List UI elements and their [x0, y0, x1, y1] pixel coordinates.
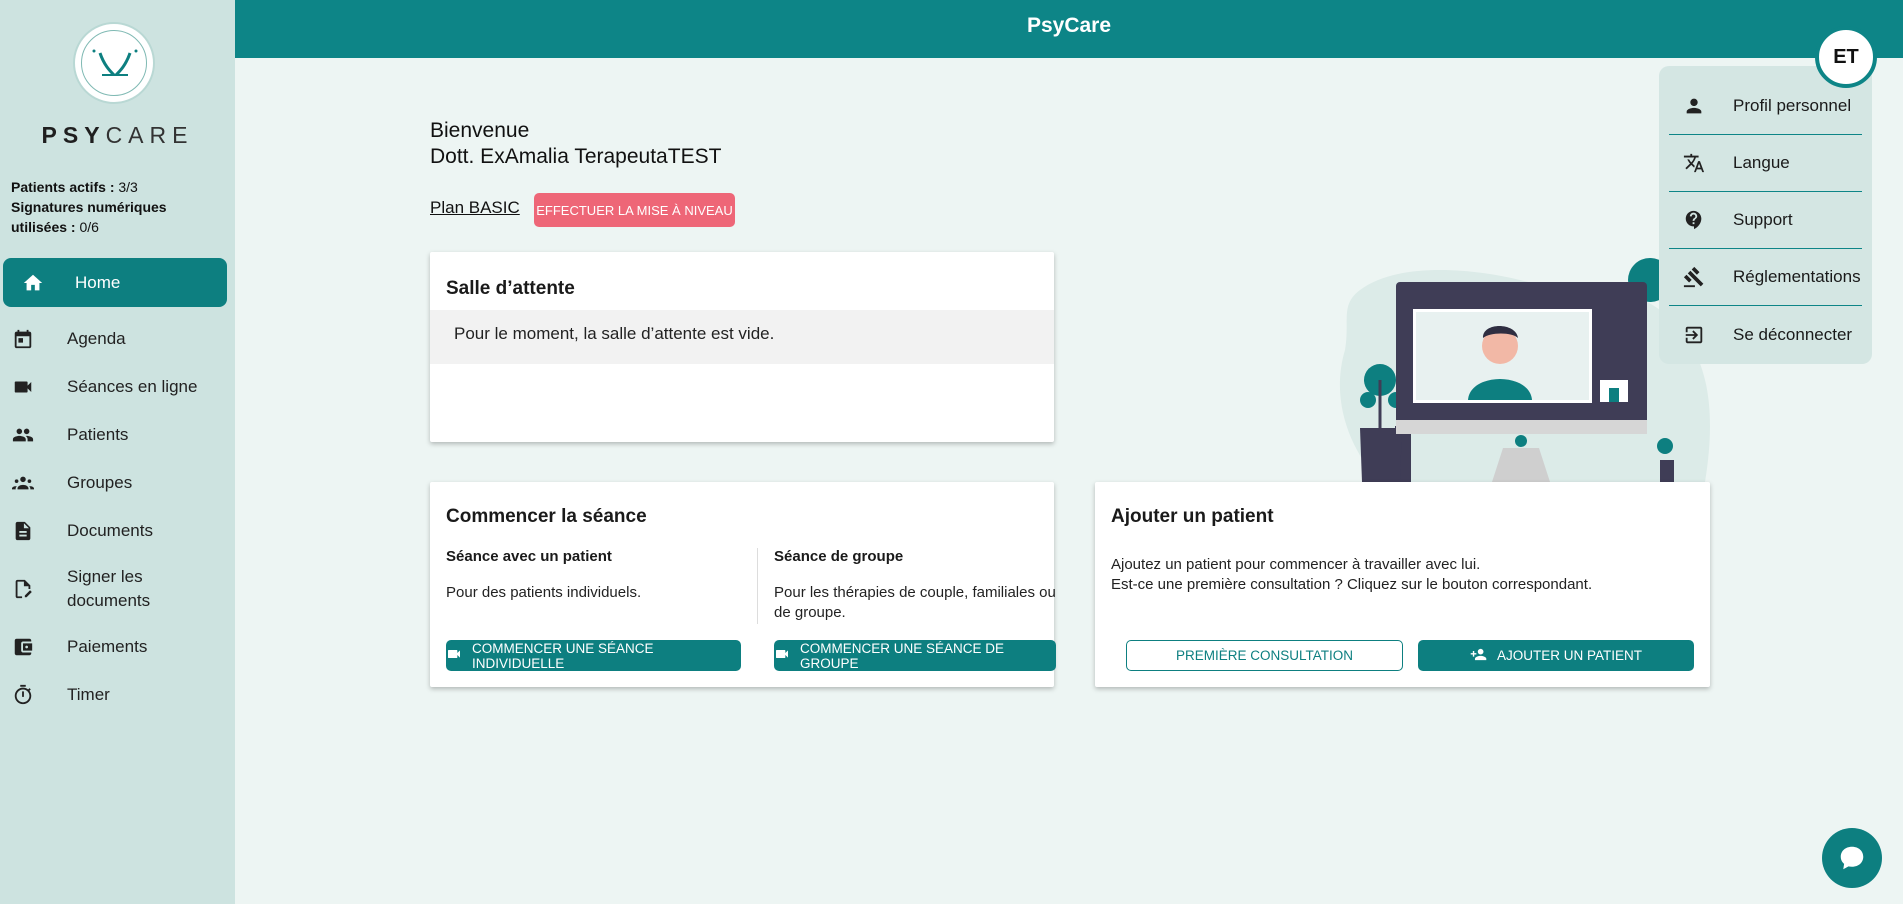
add-patient-text: Ajoutez un patient pour commencer à trav… — [1111, 556, 1593, 593]
sidebar-item-home[interactable]: Home — [3, 258, 227, 307]
help-icon — [1682, 208, 1706, 232]
gavel-icon — [1682, 265, 1706, 289]
start-session-title: Commencer la séance — [446, 506, 647, 527]
patients-value: 3/3 — [118, 179, 138, 195]
welcome-message: Bienvenue Dott. ExAmalia TerapeutaTEST — [430, 118, 721, 170]
individual-session-heading: Séance avec un patient — [446, 548, 612, 565]
signatures-label: Signatures numériques — [11, 199, 167, 215]
document-icon — [11, 519, 35, 543]
group-session-text: Pour les thérapies de couple, familiales… — [774, 584, 1056, 621]
menu-item-regulations[interactable]: Réglementations — [1669, 249, 1862, 306]
sidebar-item-sign-documents[interactable]: Signer les documents — [0, 555, 235, 623]
start-group-session-button[interactable]: COMMENCER UNE SÉANCE DE GROUPE — [774, 640, 1056, 671]
people-icon — [11, 423, 35, 447]
signatures-value: 0/6 — [79, 219, 99, 235]
sidebar-item-agenda[interactable]: Agenda — [0, 315, 235, 363]
sidebar-item-documents[interactable]: Documents — [0, 507, 235, 555]
top-bar: PsyCare — [235, 0, 1903, 58]
logout-icon — [1682, 323, 1706, 347]
chat-icon — [1840, 846, 1864, 870]
sidebar-item-patients[interactable]: Patients — [0, 411, 235, 459]
video-icon — [11, 375, 35, 399]
start-individual-session-button[interactable]: COMMENCER UNE SÉANCE INDIVIDUELLE — [446, 640, 741, 671]
sign-document-icon — [11, 577, 35, 601]
app-title: PsyCare — [1026, 14, 1112, 37]
welcome-greeting: Bienvenue — [430, 119, 530, 142]
menu-item-support[interactable]: Support — [1669, 192, 1862, 249]
menu-item-logout[interactable]: Se déconnecter — [1669, 306, 1862, 363]
start-session-card: Commencer la séance Séance avec un patie… — [430, 482, 1056, 687]
welcome-user-name: Dott. ExAmalia TerapeutaTEST — [430, 145, 722, 168]
sidebar-item-timer[interactable]: Timer — [0, 671, 235, 719]
sidebar-item-online-sessions[interactable]: Séances en ligne — [0, 363, 235, 411]
user-avatar[interactable]: ET — [1815, 26, 1877, 88]
video-icon — [446, 646, 462, 665]
first-consultation-button[interactable]: PREMIÈRE CONSULTATION — [1126, 640, 1403, 671]
timer-icon — [11, 683, 35, 707]
upgrade-button[interactable]: EFFECTUER LA MISE À NIVEAU — [534, 193, 735, 227]
wallet-icon — [11, 635, 35, 659]
brand-name: PSYCARE — [41, 122, 194, 148]
person-icon — [1682, 94, 1706, 118]
home-icon — [21, 271, 45, 295]
add-person-icon — [1470, 646, 1487, 666]
sidebar: PSYCARE Patients actifs : 3/3 Signatures… — [0, 0, 235, 904]
waiting-room-title: Salle d’attente — [446, 278, 575, 299]
user-menu: Profil personnel Langue Support Réglemen… — [1659, 66, 1872, 364]
logo — [73, 22, 155, 104]
video-icon — [774, 646, 790, 665]
menu-item-language[interactable]: Langue — [1669, 135, 1862, 192]
translate-icon — [1682, 151, 1706, 175]
logo-ring — [81, 30, 147, 96]
usage-stats: Patients actifs : 3/3 Signatures numériq… — [11, 179, 167, 235]
patients-label: Patients actifs : — [11, 179, 115, 195]
waiting-room-card: Salle d’attente Pour le moment, la salle… — [430, 252, 1054, 442]
logo-icon — [92, 49, 138, 77]
calendar-icon — [11, 327, 35, 351]
individual-session-text: Pour des patients individuels. — [446, 584, 642, 601]
add-patient-title: Ajouter un patient — [1111, 506, 1274, 527]
sidebar-item-payments[interactable]: Paiements — [0, 623, 235, 671]
groups-icon — [11, 471, 35, 495]
sidebar-item-groups[interactable]: Groupes — [0, 459, 235, 507]
chat-button[interactable] — [1822, 828, 1882, 888]
sidebar-nav: Home Agenda Séances en ligne Patients Gr… — [0, 258, 235, 719]
column-divider — [757, 548, 758, 624]
menu-item-profile[interactable]: Profil personnel — [1669, 78, 1862, 135]
plan-link[interactable]: Plan BASIC — [430, 198, 520, 218]
add-patient-button[interactable]: AJOUTER UN PATIENT — [1418, 640, 1694, 671]
add-patient-card: Ajouter un patient Ajoutez un patient po… — [1095, 482, 1710, 687]
group-session-heading: Séance de groupe — [774, 548, 904, 565]
waiting-room-empty-text: Pour le moment, la salle d’attente est v… — [430, 310, 1054, 364]
